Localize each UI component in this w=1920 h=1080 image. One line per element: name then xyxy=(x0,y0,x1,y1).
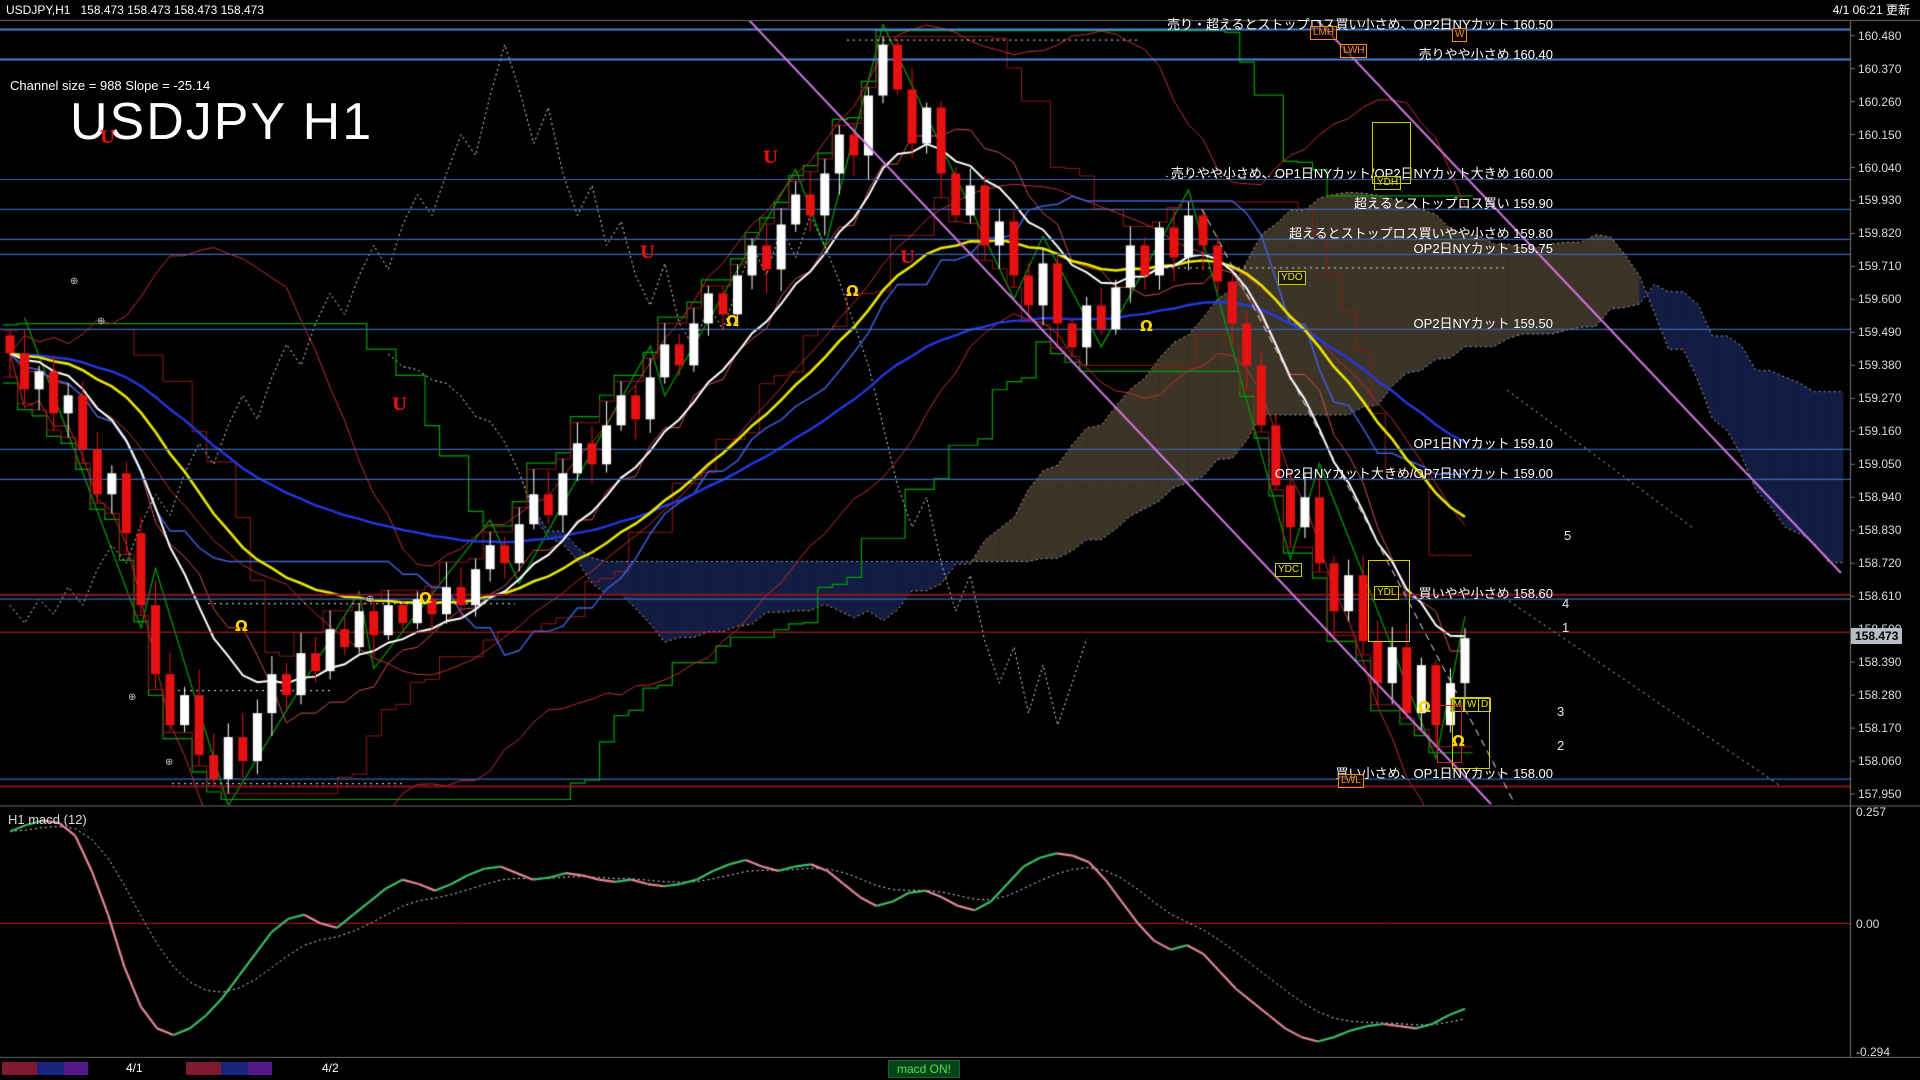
marker-tag-lwh[interactable]: LWH xyxy=(1340,44,1367,58)
macd-indicator-label: H1 macd (12) xyxy=(8,812,87,827)
price-axis-tick: 160.480 xyxy=(1858,29,1901,43)
pivot-marker-icon: ⊕ xyxy=(366,594,374,605)
price-level-annotation[interactable]: 買い小さめ、OP1日NYカット 158.00 xyxy=(1336,763,1553,782)
buy-signal-icon: Ω xyxy=(726,312,739,330)
price-axis-tick: 158.720 xyxy=(1858,556,1901,570)
marker-tag-w[interactable]: W xyxy=(1452,28,1467,42)
wave-count-number: 5 xyxy=(1564,528,1571,543)
price-axis-tick: 159.930 xyxy=(1858,193,1901,207)
buy-signal-icon: Ω xyxy=(1452,732,1465,750)
price-axis[interactable] xyxy=(1850,20,1920,1057)
price-axis-tick: 159.600 xyxy=(1858,292,1901,306)
date-label: 4/2 xyxy=(322,1061,339,1075)
price-axis-tick: 157.950 xyxy=(1858,787,1901,801)
session-block xyxy=(2,1062,37,1075)
marker-tag-lwl[interactable]: LWL xyxy=(1338,774,1364,788)
mt4-chart-window: USDJPY,H1 158.473 158.473 158.473 158.47… xyxy=(0,0,1920,1080)
session-block xyxy=(37,1062,64,1075)
wave-count-number: 1 xyxy=(1562,620,1569,635)
session-block xyxy=(186,1062,221,1075)
price-axis-tick: 160.150 xyxy=(1858,128,1901,142)
price-level-annotation[interactable]: OP1日NYカット 159.10 xyxy=(1414,433,1553,452)
price-level-annotation[interactable]: 売りやや小さめ、OP1日NYカット/OP2日NYカット大きめ 160.00 xyxy=(1171,163,1553,182)
price-axis-tick: 158.060 xyxy=(1858,754,1901,768)
price-axis-tick: 158.610 xyxy=(1858,589,1901,603)
macd-toggle-button[interactable]: macd ON! xyxy=(888,1060,960,1078)
sell-signal-icon: U xyxy=(640,243,655,263)
price-axis-tick: 159.490 xyxy=(1858,325,1901,339)
price-axis-tick: 158.170 xyxy=(1858,721,1901,735)
price-level-annotation[interactable]: OP2日NYカット大きめ/OP7日NYカット 159.00 xyxy=(1275,463,1553,482)
marker-tag-ydo[interactable]: YDO xyxy=(1278,271,1306,285)
buy-signal-icon: Ω xyxy=(1140,317,1153,335)
session-block xyxy=(221,1062,248,1075)
window-title-bar: USDJPY,H1 158.473 158.473 158.473 158.47… xyxy=(0,0,1920,20)
buy-signal-icon: Ω xyxy=(235,617,248,635)
price-level-annotation[interactable]: 買いやや小さめ 158.60 xyxy=(1419,583,1553,602)
symbol-ohlc-readout: USDJPY,H1 158.473 158.473 158.473 158.47… xyxy=(6,0,264,20)
price-axis-tick: 159.380 xyxy=(1858,358,1901,372)
buy-signal-icon: Ω xyxy=(419,589,432,607)
session-block xyxy=(248,1062,272,1075)
date-label: 4/1 xyxy=(126,1061,143,1075)
price-level-annotation[interactable]: OP2日NYカット 159.75 xyxy=(1414,238,1553,257)
buy-signal-icon: Ω xyxy=(846,282,859,300)
session-block xyxy=(64,1062,88,1075)
wave-count-number: 2 xyxy=(1557,738,1564,753)
macd-scale-max: 0.257 xyxy=(1856,805,1886,819)
price-axis-tick: 158.830 xyxy=(1858,523,1901,537)
current-price-badge: 158.473 xyxy=(1851,628,1902,644)
pivot-marker-icon: ⊕ xyxy=(128,692,136,703)
price-axis-tick: 158.940 xyxy=(1858,490,1901,504)
price-axis-tick: 159.270 xyxy=(1858,391,1901,405)
wave-count-number: 4 xyxy=(1562,596,1569,611)
price-axis-tick: 158.280 xyxy=(1858,688,1901,702)
price-level-annotation[interactable]: 売りやや小さめ 160.40 xyxy=(1419,44,1553,63)
price-axis-tick: 159.160 xyxy=(1858,424,1901,438)
pivot-marker-icon: ⊕ xyxy=(70,276,78,287)
marker-box[interactable] xyxy=(1368,560,1410,642)
price-axis-tick: 160.260 xyxy=(1858,95,1901,109)
sell-signal-icon: U xyxy=(763,148,778,168)
sell-signal-icon: U xyxy=(100,128,115,148)
marker-box[interactable] xyxy=(1372,122,1411,184)
macd-scale-min: -0.294 xyxy=(1856,1045,1890,1059)
price-level-annotation[interactable]: 超えるとストップロス買い 159.90 xyxy=(1354,193,1553,212)
sell-signal-icon: U xyxy=(900,248,915,268)
timeline-bar: 4/1 4/2 macd ON! xyxy=(0,1058,1920,1080)
buy-signal-icon: Ω xyxy=(1418,698,1431,716)
price-axis-tick: 159.710 xyxy=(1858,259,1901,273)
macd-scale-zero: 0.00 xyxy=(1856,917,1879,931)
price-axis-tick: 159.050 xyxy=(1858,457,1901,471)
price-axis-tick: 158.390 xyxy=(1858,655,1901,669)
price-axis-tick: 159.820 xyxy=(1858,226,1901,240)
marker-tag-lmh[interactable]: LMH xyxy=(1310,26,1337,40)
price-axis-tick: 160.370 xyxy=(1858,62,1901,76)
macd-panel-area[interactable] xyxy=(0,807,1850,1056)
pivot-marker-icon: ⊕ xyxy=(165,757,173,768)
wave-count-number: 3 xyxy=(1557,704,1564,719)
channel-info-label: Channel size = 988 Slope = -25.14 xyxy=(10,78,210,93)
update-timestamp: 4/1 06:21 更新 xyxy=(1833,0,1910,20)
chart-watermark-title: USDJPY H1 xyxy=(70,92,373,152)
price-level-annotation[interactable]: OP2日NYカット 159.50 xyxy=(1414,313,1553,332)
price-level-annotation[interactable]: 売り・超えるとストップロス買い小さめ、OP2日NYカット 160.50 xyxy=(1167,14,1553,33)
sell-signal-icon: U xyxy=(392,395,407,415)
pivot-marker-icon: ⊕ xyxy=(97,316,105,327)
price-axis-tick: 160.040 xyxy=(1858,161,1901,175)
marker-tag-ydc[interactable]: YDC xyxy=(1275,563,1302,577)
